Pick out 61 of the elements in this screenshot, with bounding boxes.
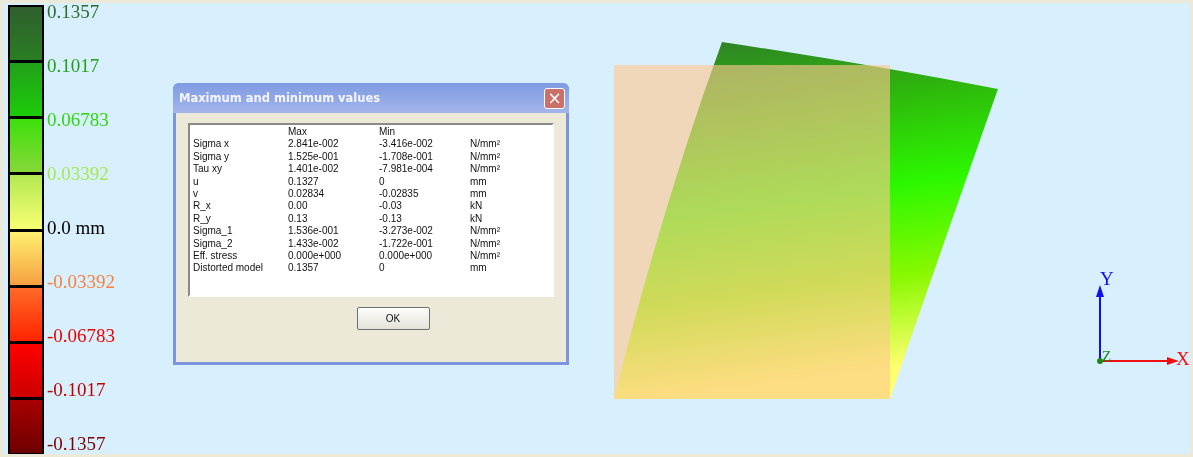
scale-label: 0.06783 (47, 109, 110, 131)
quantity-name: Eff. stress (193, 249, 239, 263)
min-value: 0 (379, 175, 386, 188)
unit: N/mm² (470, 138, 501, 151)
origin-dot-icon (1097, 358, 1103, 364)
column-header: Min (379, 126, 397, 139)
max-value: 0.000e+000 (288, 249, 343, 263)
quantity-name: Tau xy (193, 163, 223, 176)
close-button[interactable]: × (544, 87, 565, 109)
unit: mm (470, 262, 488, 275)
max-value: 1.525e-001 (288, 150, 340, 164)
quantity-name: v (193, 187, 199, 201)
unit: kN (470, 200, 484, 213)
unit: mm (470, 175, 488, 188)
scale-label: 0.03392 (47, 163, 110, 185)
max-value: 2.841e-002 (288, 138, 340, 151)
min-value: -0.02835 (379, 187, 420, 201)
dialog-title: Maximum and minimum values (179, 91, 381, 105)
unit: N/mm² (470, 249, 501, 263)
max-value: 0.1327 (288, 175, 320, 188)
max-value: 1.536e-001 (288, 225, 340, 238)
quantity-name: Distorted model (193, 262, 265, 275)
min-value: -0.03 (379, 200, 403, 213)
unit: N/mm² (470, 237, 501, 250)
quantity-name: Sigma x (193, 138, 231, 151)
min-value: -0.13 (379, 212, 403, 226)
x-axis-label: X (1176, 348, 1190, 369)
scale-label: 0.1357 (47, 3, 101, 23)
min-value: -1.722e-001 (379, 237, 434, 250)
max-value: 1.433e-002 (288, 237, 340, 250)
unit: N/mm² (470, 150, 501, 164)
scale-label: 0.0 mm (47, 217, 107, 239)
unit: mm (470, 187, 488, 201)
quantity-name: Sigma_2 (193, 237, 234, 250)
scale-label: -0.1357 (47, 433, 107, 454)
min-value: 0 (379, 262, 386, 275)
min-value: 0.000e+000 (379, 249, 434, 263)
quantity-name: u (193, 175, 200, 188)
quantity-name: R_x (193, 200, 212, 213)
max-value: 0.1357 (288, 262, 320, 275)
unit: kN (470, 212, 484, 226)
scale-label: 0.1017 (47, 55, 101, 77)
min-value: -3.273e-002 (379, 225, 434, 238)
min-value: -3.416e-002 (379, 138, 434, 151)
max-value: 0.02834 (288, 187, 326, 201)
max-value: 0.00 (288, 200, 309, 213)
quantity-name: R_y (193, 212, 212, 226)
min-value: -7.981e-004 (379, 163, 434, 176)
scale-label: -0.03392 (47, 271, 116, 293)
scale-label: -0.1017 (47, 379, 107, 401)
quantity-name: Sigma_1 (193, 225, 234, 238)
unit: N/mm² (470, 225, 501, 238)
unit: N/mm² (470, 163, 501, 176)
ok-button[interactable]: OK (356, 307, 430, 330)
min-value: -1.708e-001 (379, 150, 434, 164)
max-value: 0.13 (288, 212, 309, 226)
y-axis-label: Y (1100, 268, 1114, 289)
column-header: Max (288, 126, 308, 139)
max-value: 1.401e-002 (288, 163, 340, 176)
quantity-name: Sigma y (193, 150, 231, 164)
scale-label: -0.06783 (47, 325, 116, 347)
